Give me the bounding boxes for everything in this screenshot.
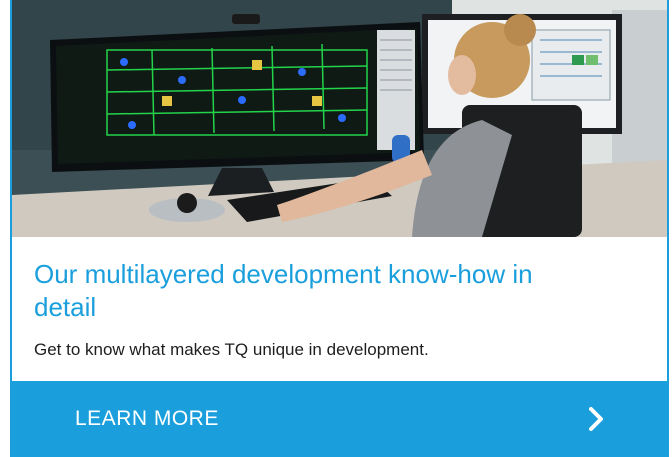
teaser-card: Our multilayered development know-how in… bbox=[10, 0, 669, 457]
learn-more-button[interactable]: LEARN MORE bbox=[12, 381, 667, 455]
learn-more-label: LEARN MORE bbox=[75, 407, 219, 430]
engineer-workstation-illustration bbox=[12, 0, 667, 237]
hero-image bbox=[12, 0, 667, 237]
chevron-right-icon bbox=[588, 407, 604, 431]
teaser-description: Get to know what makes TQ unique in deve… bbox=[34, 340, 429, 359]
page-title: Our multilayered development know-how in… bbox=[34, 259, 533, 322]
